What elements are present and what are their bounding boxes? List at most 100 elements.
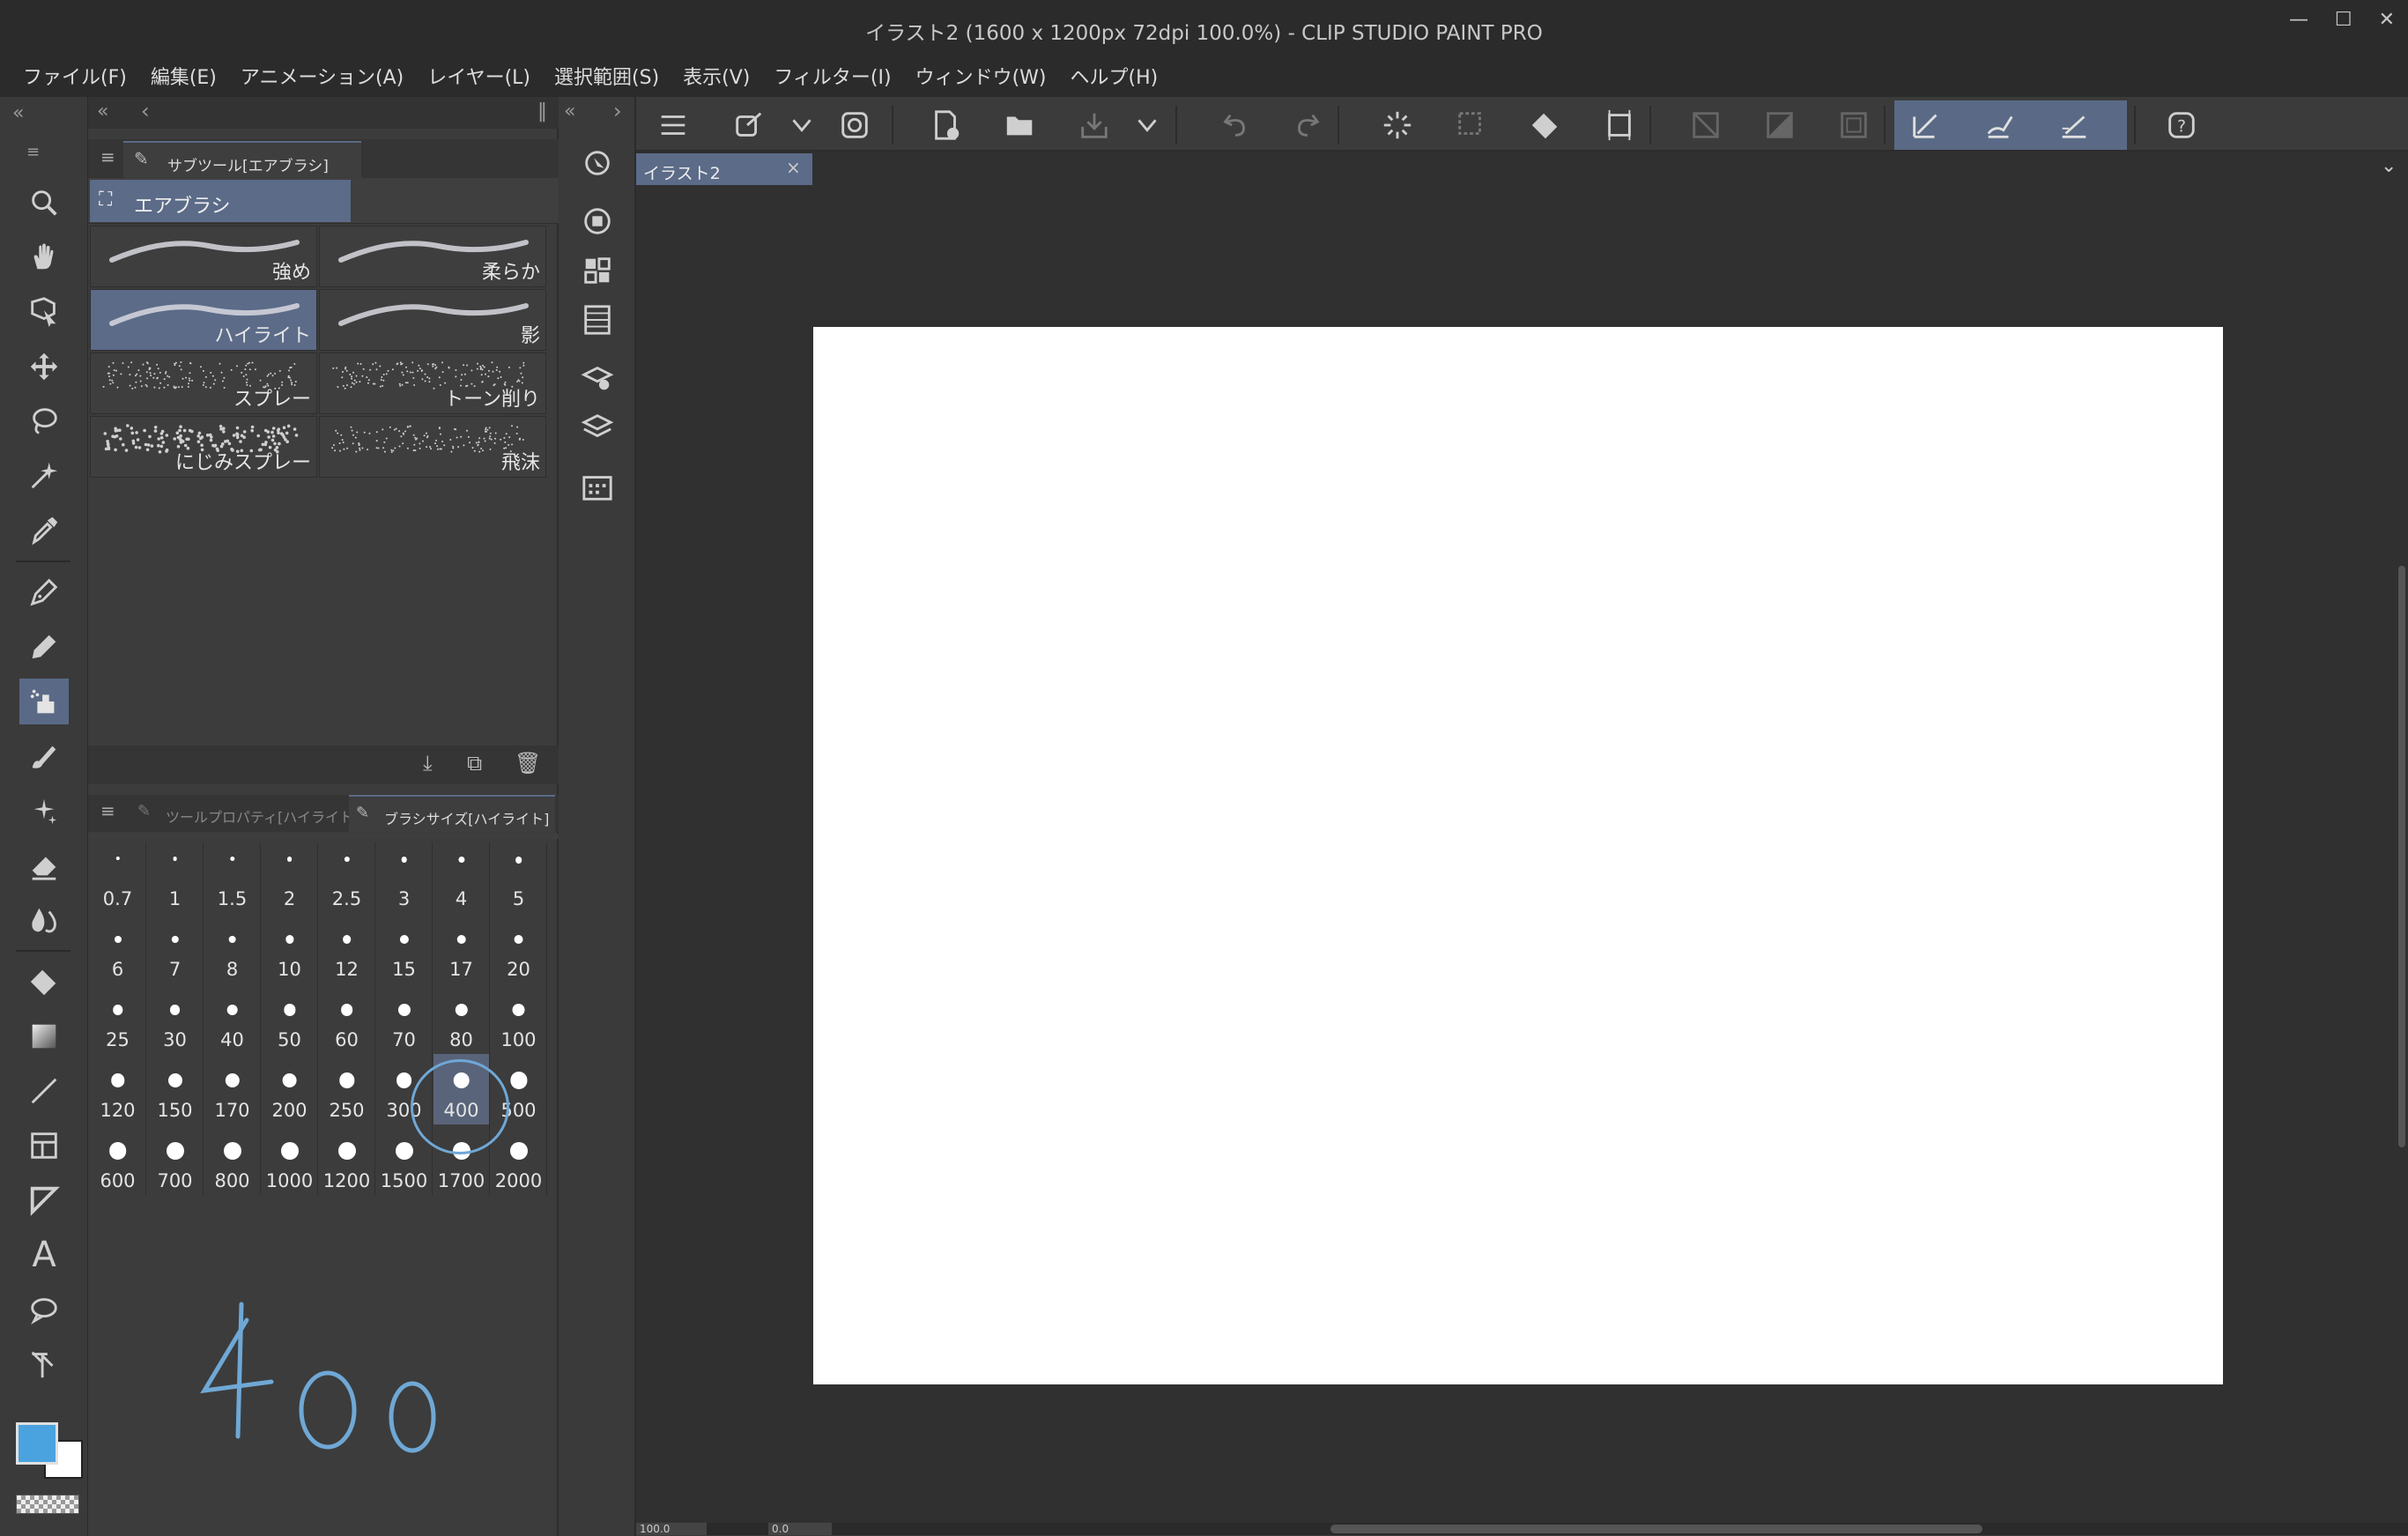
brush-size-preset[interactable]: 170 [204,1054,261,1124]
zoom-tool-icon[interactable] [19,180,69,226]
transform-icon[interactable] [1600,106,1639,145]
gradient-tool-icon[interactable] [19,1013,69,1059]
transparent-color-swatch[interactable] [16,1495,79,1514]
eraser-tool-icon[interactable] [19,842,69,888]
collapse-left-icon[interactable]: « [12,102,24,124]
brush-size-preset[interactable]: 0.7 [90,842,146,913]
brush-item[interactable]: スプレー [90,352,317,414]
invert-selection-icon[interactable] [1760,106,1799,145]
blend-tool-icon[interactable] [19,897,69,943]
brush-size-preset[interactable]: 60 [319,983,375,1054]
menu-window[interactable]: ウィンドウ(W) [915,62,1047,90]
menu-selection[interactable]: 選択範囲(S) [554,62,659,90]
crop-icon[interactable] [1834,106,1873,145]
menu-filter[interactable]: フィルター(I) [774,62,891,90]
loading-icon[interactable] [1378,106,1417,145]
balloon-tool-icon[interactable] [19,1287,69,1332]
brush-size-preset[interactable]: 80 [433,983,490,1054]
brush-size-preset[interactable]: 700 [147,1124,204,1195]
new-file-icon[interactable] [927,106,966,145]
frame-border-icon[interactable] [19,1123,69,1169]
brush-size-preset[interactable]: 1000 [262,1124,318,1195]
brush-tool-icon[interactable] [19,733,69,779]
brush-size-preset[interactable]: 25 [90,983,146,1054]
text-tool-icon[interactable]: A [19,1232,69,1278]
download-icon[interactable]: ⤓ [423,751,433,775]
fill-icon[interactable] [1526,106,1565,145]
brush-size-preset[interactable]: 120 [90,1054,146,1124]
lasso-tool-icon[interactable] [19,398,69,444]
brush-size-preset[interactable]: 150 [147,1054,204,1124]
brush-size-preset[interactable]: 8 [204,913,261,983]
brush-size-preset[interactable]: 15 [376,913,433,983]
zoom-field[interactable]: 100.0 [636,1523,707,1535]
vertical-scrollbar[interactable] [2398,566,2405,1147]
brush-size-preset[interactable]: 20 [491,913,547,983]
brush-item[interactable]: にじみスプレー [90,416,317,478]
undo-icon[interactable] [1216,106,1255,145]
brush-size-preset[interactable]: 1.5 [204,842,261,913]
save-icon[interactable] [1075,106,1114,145]
brush-size-preset[interactable]: 30 [147,983,204,1054]
collapse-icon[interactable]: « [564,100,575,122]
chevron-right-icon[interactable]: › [613,99,622,123]
rotate-field[interactable]: 0.0 [768,1523,832,1535]
menu-file[interactable]: ファイル(F) [23,62,127,90]
brush-size-preset[interactable]: 800 [204,1124,261,1195]
document-tab[interactable]: イラスト2 × [636,153,812,185]
airbrush-tool-icon[interactable] [19,679,69,724]
clear-selection-icon[interactable] [1686,106,1725,145]
menu-help[interactable]: ヘルプ(H) [1071,62,1159,90]
color-set-icon[interactable] [573,249,622,293]
brush-size-preset[interactable]: 1 [147,842,204,913]
collapse-icon[interactable]: « [97,100,108,122]
selection-icon[interactable] [1452,106,1491,145]
correct-line-icon[interactable] [19,1341,69,1387]
brush-size-preset[interactable]: 200 [262,1054,318,1124]
menu-view[interactable]: 表示(V) [683,62,750,90]
snap-grid-icon[interactable] [2055,106,2093,145]
tab-subtool[interactable]: ✎ サブツール[エアブラシ] [123,141,361,178]
brush-item[interactable]: ハイライト [90,289,317,351]
brush-size-preset[interactable]: 40 [204,983,261,1054]
brush-size-preset[interactable]: 100 [491,983,547,1054]
snap-ruler-icon[interactable] [1907,106,1945,145]
brush-size-preset[interactable]: 17 [433,913,490,983]
brush-size-preset[interactable]: 5 [491,842,547,913]
trash-icon[interactable]: 🗑 [515,751,541,775]
brush-size-preset[interactable]: 50 [262,983,318,1054]
color-wheel-icon[interactable] [573,199,622,243]
menu-icon[interactable] [654,106,693,145]
layer-property-icon[interactable] [573,356,622,400]
animation-timeline-icon[interactable] [573,298,622,342]
layers-icon[interactable] [573,405,622,449]
figure-tool-icon[interactable] [19,1068,69,1114]
chevron-left-icon[interactable]: ‹ [141,99,150,123]
navigator-icon[interactable] [573,141,622,185]
brush-item[interactable]: 飛沫 [319,416,546,478]
tab-tool-property[interactable]: ✎ ツールプロパティ[ハイライト] [127,795,359,832]
brush-size-preset[interactable]: 10 [262,913,318,983]
snap-special-ruler-icon[interactable] [1981,106,2019,145]
object-tool-icon[interactable] [19,289,69,335]
ruler-tool-icon[interactable] [19,1177,69,1223]
panel-grip-icon[interactable]: ‖ [537,100,547,122]
canvas-paper[interactable] [813,327,2223,1384]
move-tool-icon[interactable] [19,344,69,390]
brush-size-preset[interactable]: 2 [262,842,318,913]
tab-brush-size[interactable]: ✎ ブラシサイズ[ハイライト] [349,795,555,832]
brush-item[interactable]: トーン削り [319,352,546,414]
subtool-group-airbrush[interactable]: ⛶ エアブラシ [90,180,351,222]
fill-tool-icon[interactable] [19,959,69,1005]
chevron-down-icon[interactable] [1128,106,1167,145]
decoration-tool-icon[interactable] [19,788,69,834]
menu-layer[interactable]: レイヤー(L) [427,62,530,90]
pen-tool-icon[interactable] [19,569,69,615]
brush-size-preset[interactable]: 3 [376,842,433,913]
menu-edit[interactable]: 編集(E) [151,62,217,90]
duplicate-icon[interactable]: ⧉ [467,751,482,775]
menu-icon[interactable]: ≡ [26,143,40,161]
brush-item[interactable]: 柔らか [319,226,546,287]
chevron-down-icon[interactable] [782,106,821,145]
horizontal-scrollbar[interactable] [1330,1525,1982,1533]
